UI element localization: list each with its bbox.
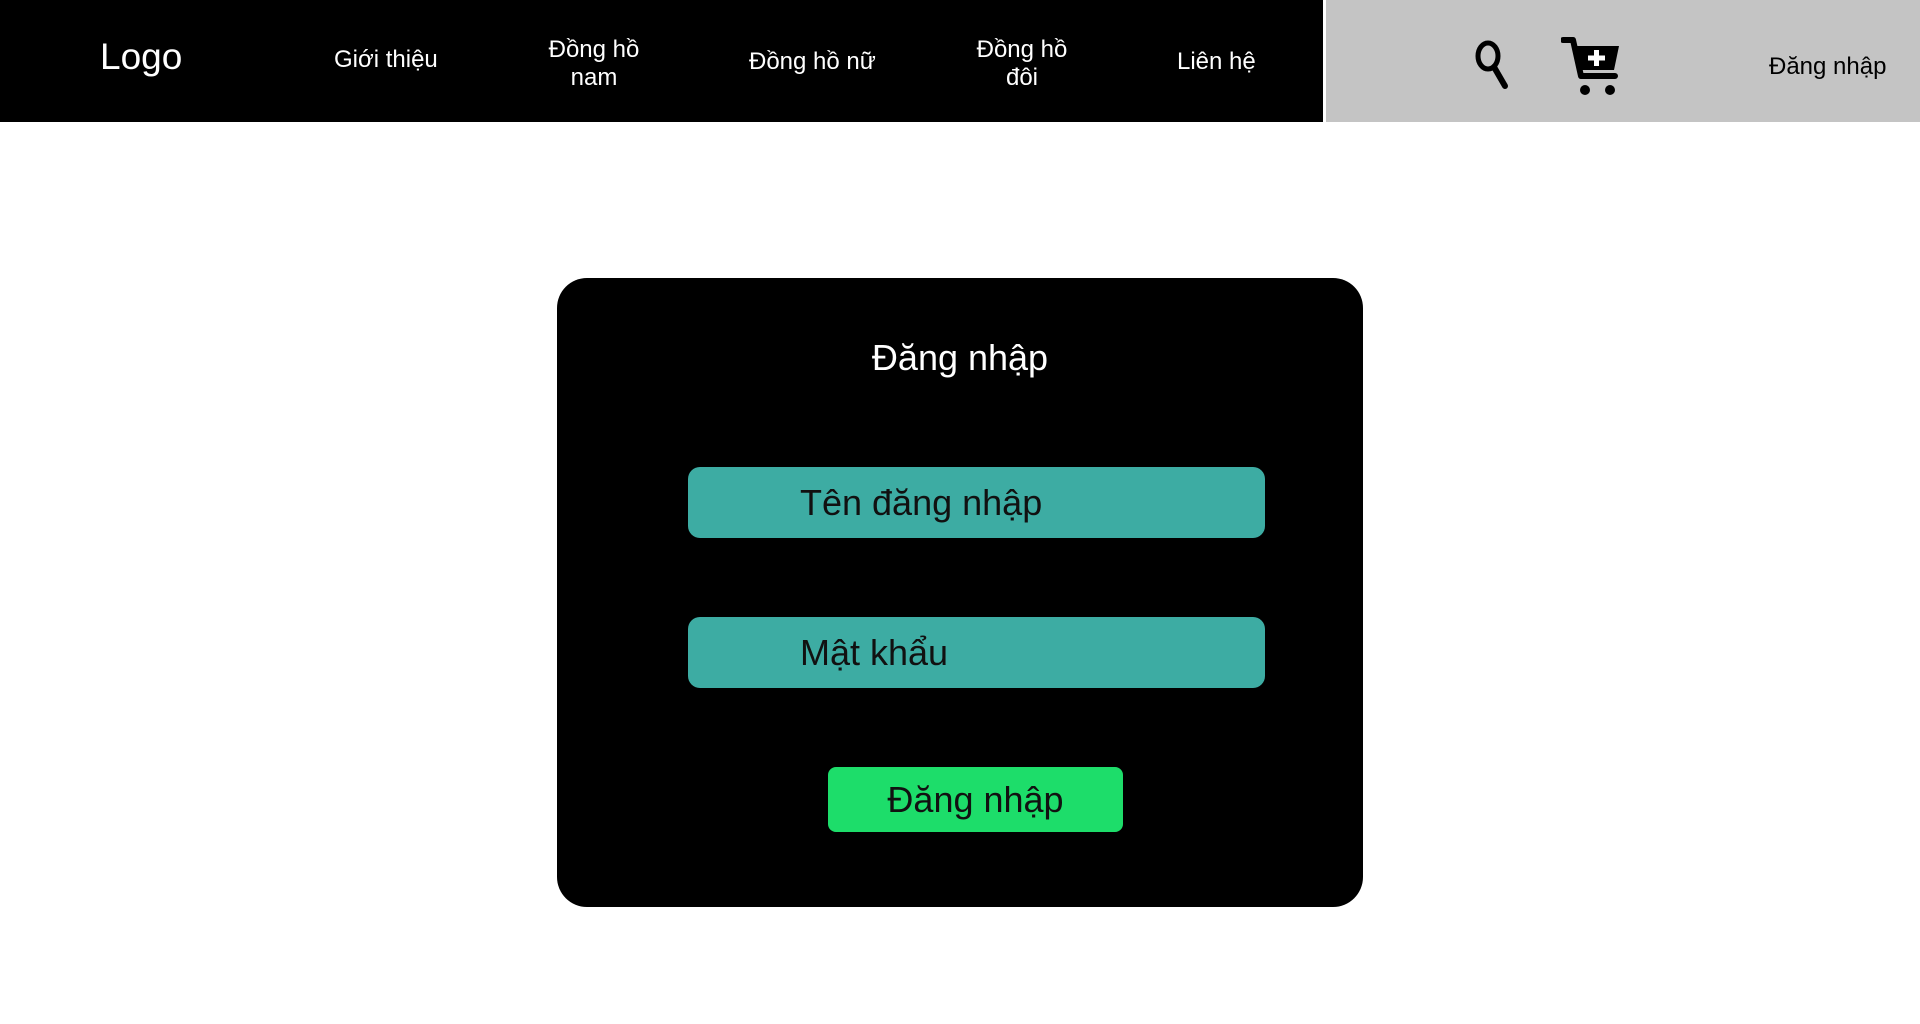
nav-item-dong-ho-doi[interactable]: Đồng hồ đôi <box>962 36 1082 91</box>
nav-item-label-line1: Đồng hồ <box>548 36 640 63</box>
nav-item-dong-ho-nam[interactable]: Đồng hồ nam <box>534 36 654 91</box>
cart-add-icon[interactable] <box>1560 36 1623 98</box>
nav-item-lien-he[interactable]: Liên hệ <box>1177 48 1256 76</box>
main-nav: Logo Giới thiệu Đồng hồ nam Đồng hồ nữ Đ… <box>0 0 1323 122</box>
nav-item-label-line2: đôi <box>1005 63 1039 91</box>
username-input[interactable] <box>688 467 1265 538</box>
login-submit-button[interactable]: Đăng nhập <box>828 767 1123 832</box>
nav-item-label: Đồng hồ nữ <box>749 48 876 75</box>
nav-item-label-line2: nam <box>570 63 618 91</box>
nav-item-dong-ho-nu[interactable]: Đồng hồ nữ <box>749 48 876 76</box>
login-card: Đăng nhập Đăng nhập <box>557 278 1363 907</box>
nav-item-label-line1: Đồng hồ <box>976 36 1068 63</box>
login-link[interactable]: Đăng nhập <box>1769 53 1886 81</box>
header-actions: Đăng nhập <box>1326 0 1920 122</box>
nav-item-gioi-thieu[interactable]: Giới thiệu <box>334 46 438 74</box>
login-title: Đăng nhập <box>871 337 1049 378</box>
logo[interactable]: Logo <box>100 36 182 78</box>
password-input[interactable] <box>688 617 1265 688</box>
site-header: Logo Giới thiệu Đồng hồ nam Đồng hồ nữ Đ… <box>0 0 1920 122</box>
nav-item-label: Liên hệ <box>1177 48 1256 75</box>
search-icon[interactable] <box>1474 38 1510 92</box>
nav-item-label: Giới thiệu <box>334 46 438 73</box>
